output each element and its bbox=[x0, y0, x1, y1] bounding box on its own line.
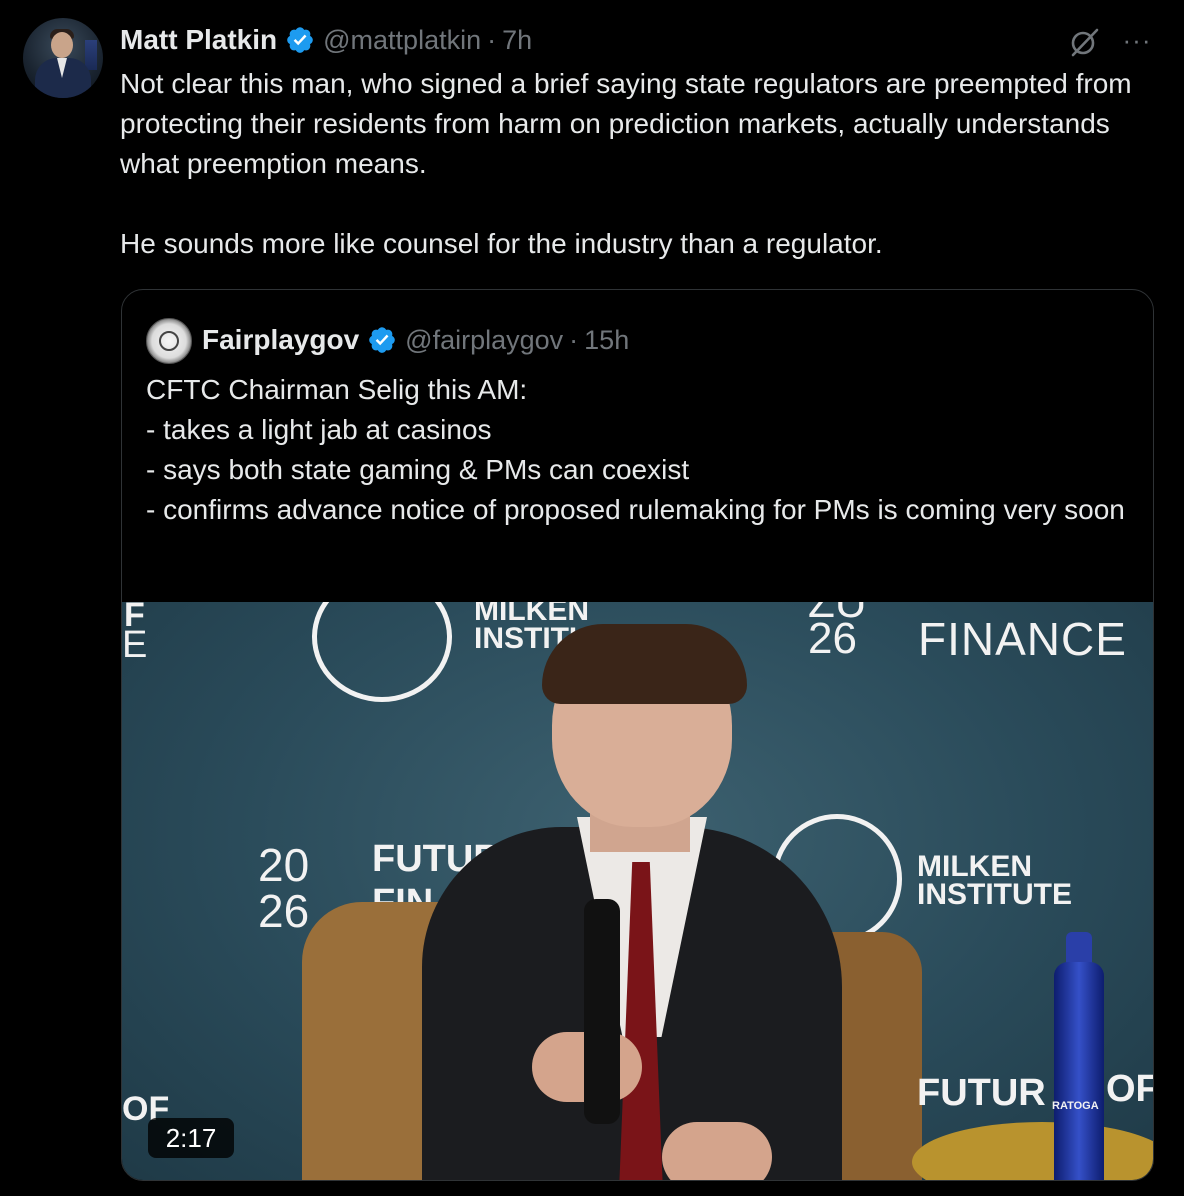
backdrop-text: INSTITUTE bbox=[917, 878, 1072, 911]
video-player[interactable]: F E MILKEN INSTITU ZU 26 FINANCE 20 26 F… bbox=[122, 602, 1154, 1180]
quoted-line: CFTC Chairman Selig this AM: bbox=[146, 374, 528, 405]
author-name[interactable]: Matt Platkin bbox=[120, 24, 277, 56]
water-bottle bbox=[1054, 962, 1104, 1180]
side-table bbox=[912, 1122, 1153, 1180]
tweet-header: Matt Platkin @mattplatkin · 7h bbox=[120, 20, 532, 60]
bottle-label: RATOGA bbox=[1052, 1100, 1099, 1112]
quoted-author-handle[interactable]: @fairplaygov bbox=[405, 325, 563, 356]
backdrop-text: E bbox=[122, 624, 148, 666]
separator-dot: · bbox=[569, 324, 579, 355]
seal-icon bbox=[159, 331, 179, 351]
speaker-hand bbox=[662, 1122, 772, 1180]
quoted-author-name[interactable]: Fairplaygov bbox=[202, 324, 359, 356]
backdrop-text: FINANCE bbox=[918, 613, 1127, 665]
speaker-hair bbox=[542, 624, 747, 704]
quoted-line: - takes a light jab at casinos bbox=[146, 414, 492, 445]
grok-icon[interactable] bbox=[1068, 26, 1100, 58]
tweet-timestamp[interactable]: 7h bbox=[502, 25, 532, 56]
separator-dot: · bbox=[487, 24, 497, 55]
quoted-timestamp[interactable]: 15h bbox=[584, 325, 629, 356]
avatar-head bbox=[51, 32, 73, 58]
microphone-icon bbox=[584, 899, 620, 1124]
quoted-tweet-body: CFTC Chairman Selig this AM: - takes a l… bbox=[146, 370, 1136, 530]
quoted-tweet[interactable]: Fairplaygov @fairplaygov · 15h CFTC Chai… bbox=[121, 289, 1154, 1181]
backdrop-text: 26 bbox=[258, 885, 310, 937]
milken-logo-icon bbox=[312, 602, 452, 702]
quoted-line: - says both state gaming & PMs can coexi… bbox=[146, 454, 690, 485]
quoted-tweet-header: Fairplaygov @fairplaygov · 15h bbox=[202, 320, 629, 360]
verified-badge-icon bbox=[287, 27, 313, 53]
tweet-body: Not clear this man, who signed a brief s… bbox=[120, 64, 1160, 264]
backdrop-text: FUTUR bbox=[917, 1072, 1046, 1114]
more-options-icon[interactable]: ··· bbox=[1120, 26, 1154, 54]
author-handle[interactable]: @mattplatkin bbox=[323, 25, 481, 56]
avatar-flag bbox=[85, 40, 97, 70]
quoted-author-avatar[interactable] bbox=[146, 318, 192, 364]
tweet-paragraph: He sounds more like counsel for the indu… bbox=[120, 228, 883, 259]
author-avatar[interactable] bbox=[23, 18, 103, 98]
verified-badge-icon bbox=[369, 327, 395, 353]
quoted-line: - confirms advance notice of proposed ru… bbox=[146, 494, 1125, 525]
tweet-paragraph: Not clear this man, who signed a brief s… bbox=[120, 68, 1132, 179]
backdrop-text: OF bbox=[1106, 1068, 1154, 1110]
backdrop-text: 26 bbox=[808, 614, 857, 663]
video-duration-badge: 2:17 bbox=[148, 1118, 234, 1158]
